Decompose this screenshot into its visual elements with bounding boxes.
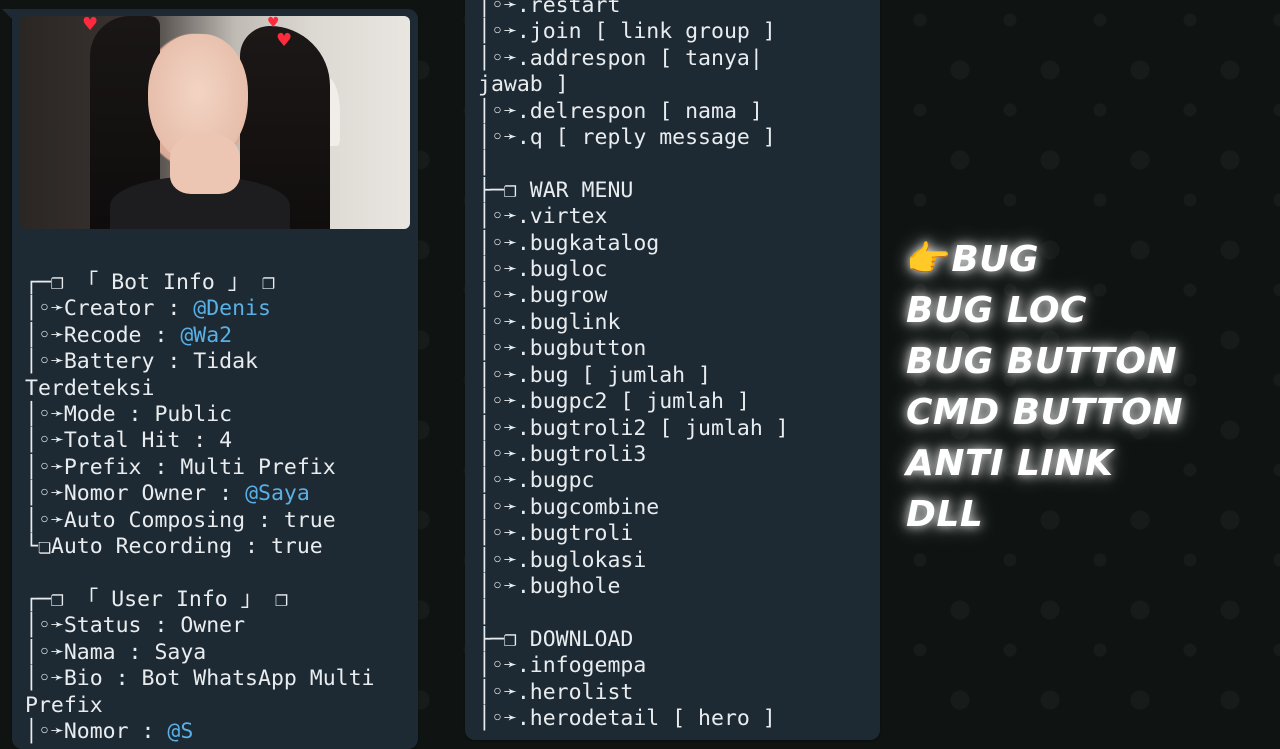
- bubble-tail: [2, 9, 14, 21]
- recode-mention[interactable]: @Wa2: [180, 323, 232, 348]
- menu-line: │◦➛.herodetail [ hero ]: [478, 705, 776, 731]
- menu-line: │◦➛.addrespon [ tanya|: [478, 45, 763, 71]
- menu-line: │◦➛.bugcombine: [478, 494, 660, 520]
- menu-text: │◦➛.restart │◦➛.join [ link group ] │◦➛.…: [478, 0, 789, 732]
- bot-info-header: ┌─❐ 「 Bot Info 」 ❐: [25, 270, 276, 295]
- menu-line: │◦➛.bugpc: [478, 468, 595, 494]
- menu-line: │◦➛.bug [ jumlah ]: [478, 362, 711, 388]
- creator-label: │◦➛Creator :: [25, 296, 194, 322]
- overlay-line-anti-link: ANTI LINK: [906, 443, 1114, 484]
- menu-line: │◦➛.infogempa: [478, 653, 647, 679]
- auto-recording-line: └❏Auto Recording : true: [25, 534, 323, 560]
- menu-line: │◦➛.herolist: [478, 679, 634, 705]
- menu-line: │◦➛.buglokasi: [478, 547, 647, 573]
- feature-overlay: 👉BUG BUG LOC BUG BUTTON CMD BUTTON ANTI …: [906, 234, 1183, 540]
- bio-line: │◦➛Bio : Bot WhatsApp Multi: [25, 666, 375, 692]
- menu-line: │◦➛.q [ reply message ]: [478, 125, 776, 151]
- auto-composing-line: │◦➛Auto Composing : true: [25, 507, 336, 533]
- menu-line: │◦➛.delrespon [ nama ]: [478, 98, 763, 124]
- message-photo[interactable]: ♥ ♥ ♥: [20, 16, 410, 229]
- heart-sticker-icon: ♥: [82, 16, 99, 35]
- menu-line: jawab ]: [478, 72, 569, 98]
- overlay-line-cmd-button: CMD BUTTON: [906, 392, 1184, 433]
- overlay-bug: BUG: [951, 239, 1040, 280]
- menu-line: │◦➛.bugkatalog: [478, 230, 660, 256]
- menu-line: ├─❐ WAR MENU: [478, 177, 634, 203]
- menu-line: │◦➛.bugtroli3: [478, 441, 647, 467]
- menu-line: │: [478, 600, 491, 626]
- user-info-header: ┌─❐ 「 User Info 」 ❐: [25, 586, 289, 612]
- bio-wrap: Prefix: [25, 692, 103, 718]
- menu-line: │◦➛.virtex: [478, 204, 608, 230]
- overlay-line-bug: 👉BUG: [906, 234, 1183, 285]
- menu-line: │◦➛.bugbutton: [478, 336, 647, 362]
- overlay-line-dll: DLL: [906, 494, 984, 535]
- creator-mention[interactable]: @Denis: [193, 296, 271, 321]
- partial-label: │◦➛Nomor :: [25, 718, 168, 744]
- status-line: │◦➛Status : Owner: [25, 613, 246, 639]
- total-hit-line: │◦➛Total Hit : 4: [25, 428, 233, 454]
- menu-line: │◦➛.restart: [478, 0, 621, 18]
- overlay-line-bug-button: BUG BUTTON: [906, 341, 1178, 382]
- overlay-line-bug-loc: BUG LOC: [906, 290, 1087, 331]
- battery-wrap: Terdeteksi: [25, 375, 155, 401]
- recode-label: │◦➛Recode :: [25, 322, 181, 348]
- nama-line: │◦➛Nama : Saya: [25, 639, 207, 665]
- menu-line: │◦➛.bugtroli: [478, 521, 634, 547]
- owner-mention[interactable]: @Saya: [245, 481, 310, 506]
- prefix-line: │◦➛Prefix : Multi Prefix: [25, 454, 336, 480]
- menu-line: ├─❐ DOWNLOAD: [478, 626, 634, 652]
- pointing-hand-icon: 👉: [906, 239, 952, 280]
- partial-mention[interactable]: @S: [167, 719, 193, 744]
- menu-line: │◦➛.bughole: [478, 573, 621, 599]
- menu-line: │◦➛.bugrow: [478, 283, 608, 309]
- menu-line: │◦➛.bugloc: [478, 257, 608, 283]
- bot-info-text: ┌─❐ 「 Bot Info 」 ❐ │◦➛Creator : @Denis │…: [25, 270, 375, 745]
- menu-line: │: [478, 151, 491, 177]
- mode-line: │◦➛Mode : Public: [25, 402, 233, 428]
- heart-sticker-icon: ♥: [276, 30, 293, 51]
- menu-line: │◦➛.bugpc2 [ jumlah ]: [478, 389, 750, 415]
- menu-line: │◦➛.buglink: [478, 309, 621, 335]
- heart-sticker-icon: ♥: [267, 16, 280, 31]
- menu-line: │◦➛.bugtroli2 [ jumlah ]: [478, 415, 789, 441]
- photo-hand: [170, 134, 240, 194]
- owner-label: │◦➛Nomor Owner :: [25, 481, 246, 507]
- battery-line: │◦➛Battery : Tidak: [25, 349, 258, 375]
- menu-line: │◦➛.join [ link group ]: [478, 19, 776, 45]
